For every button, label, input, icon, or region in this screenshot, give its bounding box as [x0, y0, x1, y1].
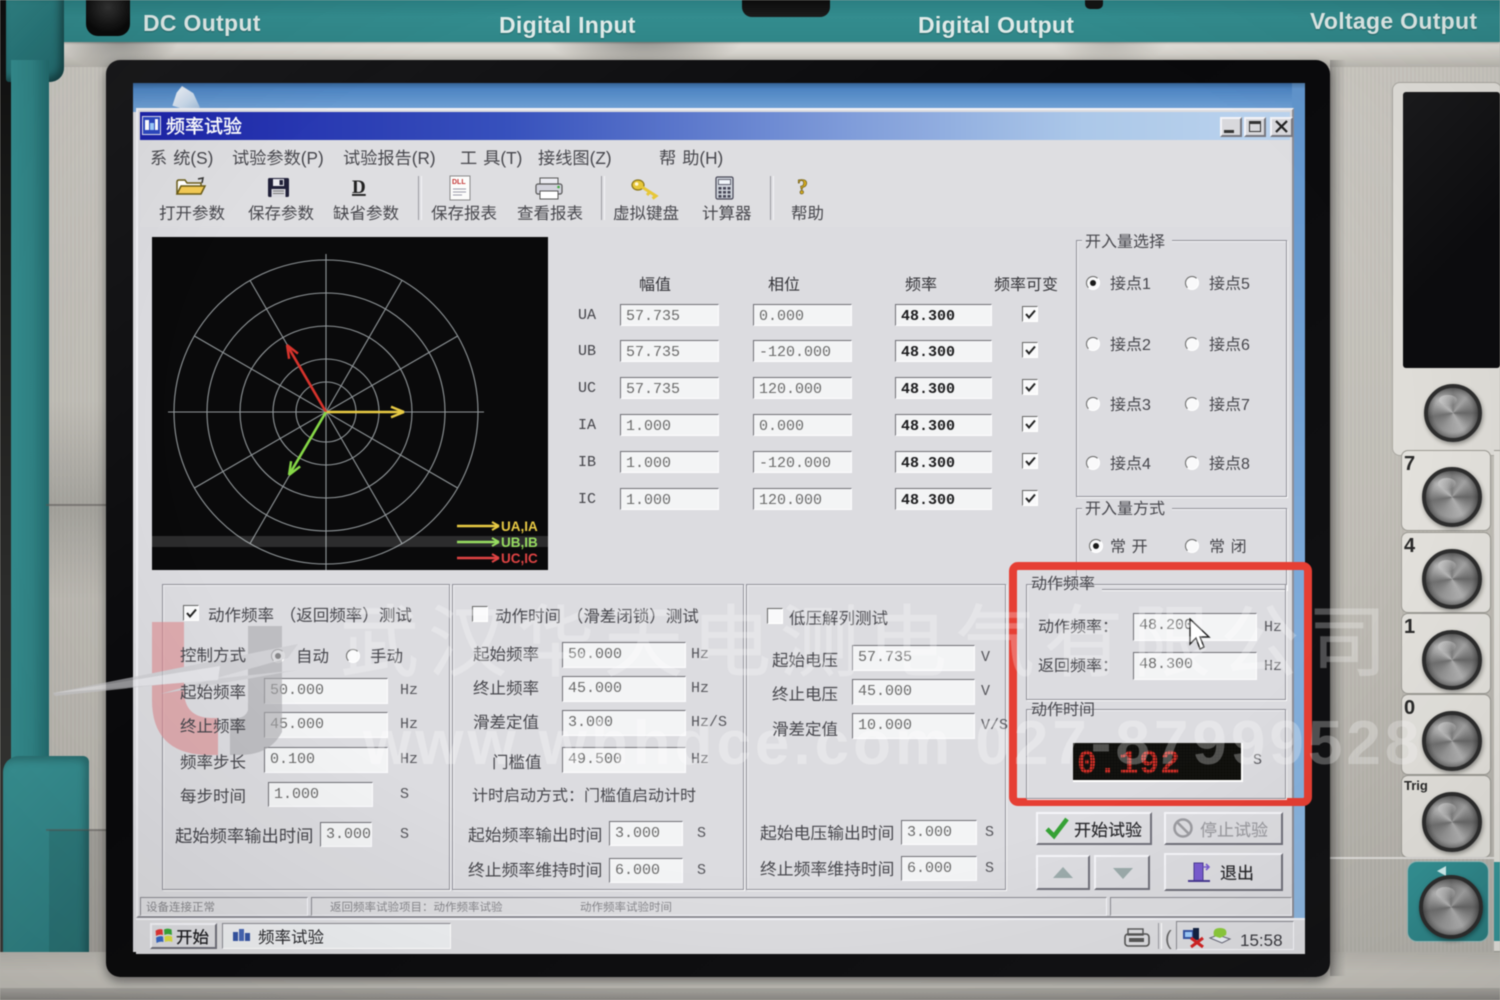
svg-text:DLL: DLL: [452, 179, 466, 186]
svg-text:?: ?: [797, 174, 808, 199]
svg-text:D: D: [352, 177, 366, 198]
